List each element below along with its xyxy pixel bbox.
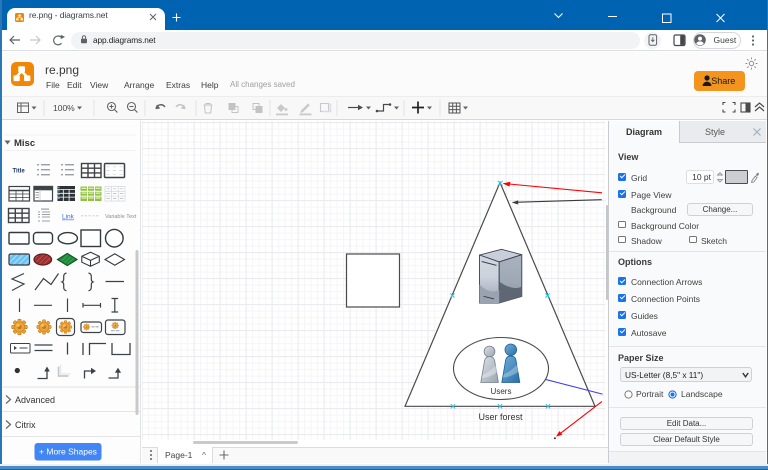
svg-text:Misc: Misc [14,138,35,149]
svg-text:User forest: User forest [478,412,523,422]
svg-text:Advanced: Advanced [15,395,55,405]
svg-text:Users: Users [491,387,512,396]
svg-text:100%: 100% [53,103,75,113]
svg-text:Link: Link [62,214,75,221]
svg-text:+ More Shapes: + More Shapes [39,447,97,457]
svg-text:Title: Title [13,169,26,175]
svg-text:Citrix: Citrix [15,420,36,430]
svg-text:Variable Text: Variable Text [105,214,137,220]
